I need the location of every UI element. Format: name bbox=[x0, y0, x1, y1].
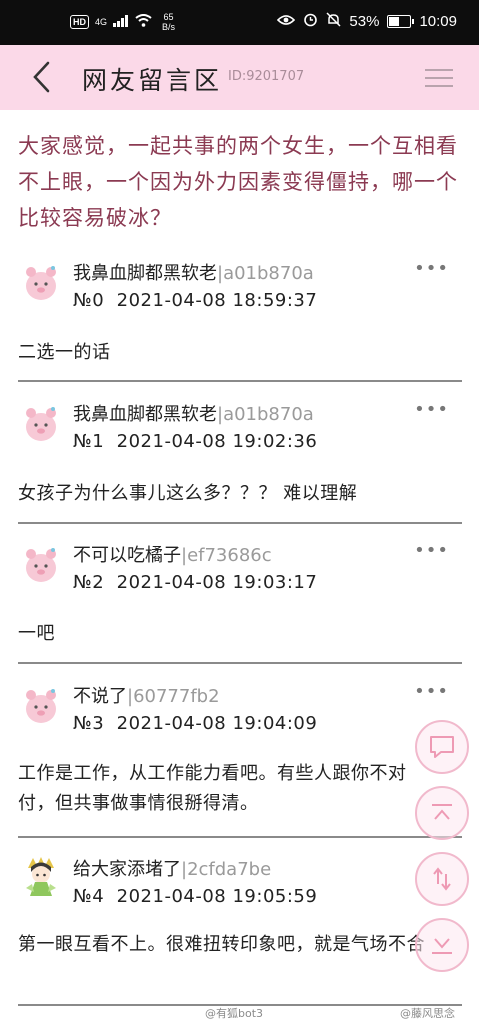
back-icon[interactable] bbox=[28, 59, 58, 95]
pig-avatar-icon bbox=[26, 689, 56, 723]
pig-avatar-icon bbox=[26, 266, 56, 300]
author-uid: |ef73686c bbox=[181, 545, 272, 566]
author-name: 不可以吃橘子 bbox=[73, 545, 181, 566]
post-author[interactable]: 给大家添堵了|2cfda7be bbox=[73, 855, 271, 881]
post-time: 2021-04-08 19:02:36 bbox=[116, 431, 318, 452]
page-id: ID:9201707 bbox=[228, 69, 305, 84]
more-dots-icon[interactable]: ••• bbox=[414, 540, 449, 561]
post-author[interactable]: 我鼻血脚都黑软老|a01b870a bbox=[73, 400, 314, 426]
alarm-icon bbox=[303, 12, 318, 31]
scroll-top-button[interactable] bbox=[415, 786, 469, 840]
post-content: 女孩子为什么事儿这么多？？？ 难以理解 bbox=[18, 483, 358, 504]
author-uid: |2cfda7be bbox=[181, 859, 272, 880]
post-number: №2 bbox=[73, 572, 105, 593]
watermark: @藤风思念 bbox=[400, 1007, 455, 1020]
more-dots-icon[interactable]: ••• bbox=[414, 681, 449, 702]
hd-badge: HD bbox=[70, 15, 89, 29]
status-left: HD 4G 65 B/s bbox=[70, 12, 175, 32]
divider bbox=[18, 522, 462, 524]
speed-value: 65 bbox=[163, 12, 174, 22]
post-content: 二选一的话 bbox=[18, 342, 111, 363]
comment-button[interactable] bbox=[415, 720, 469, 774]
post-time: 2021-04-08 19:04:09 bbox=[116, 713, 318, 734]
post-author[interactable]: 不说了|60777fb2 bbox=[73, 682, 220, 708]
author-uid: |60777fb2 bbox=[127, 686, 220, 707]
watermark: @有狐bot3 bbox=[205, 1007, 264, 1020]
post-meta: №4 2021-04-08 19:05:59 bbox=[73, 886, 317, 907]
author-uid: |a01b870a bbox=[217, 263, 314, 284]
wifi-icon bbox=[135, 14, 152, 30]
pig-avatar-icon bbox=[26, 407, 56, 441]
divider bbox=[18, 380, 462, 382]
author-name: 我鼻血脚都黑软老 bbox=[73, 404, 217, 425]
post-meta: №0 2021-04-08 18:59:37 bbox=[73, 290, 317, 311]
signal-bars-icon bbox=[113, 14, 129, 30]
network-signal-label: 4G bbox=[95, 17, 108, 27]
more-dots-icon[interactable]: ••• bbox=[414, 399, 449, 420]
clock-time: 10:09 bbox=[419, 13, 457, 30]
girl-avatar-icon bbox=[26, 857, 56, 896]
post-number: №3 bbox=[73, 713, 105, 734]
author-uid: |a01b870a bbox=[217, 404, 314, 425]
post-item: 我鼻血脚都黑软老|a01b870a №0 2021-04-08 18:59:37… bbox=[0, 250, 479, 382]
post-time: 2021-04-08 19:05:59 bbox=[116, 886, 318, 907]
scroll-bottom-icon bbox=[432, 938, 452, 954]
comment-bubble-icon bbox=[430, 736, 454, 758]
pig-avatar-icon bbox=[26, 548, 56, 582]
scroll-bottom-button[interactable] bbox=[415, 918, 469, 972]
post-time: 2021-04-08 18:59:37 bbox=[116, 290, 318, 311]
post-item: 我鼻血脚都黑软老|a01b870a №1 2021-04-08 19:02:36… bbox=[0, 391, 479, 524]
post-number: №0 bbox=[73, 290, 105, 311]
post-author[interactable]: 我鼻血脚都黑软老|a01b870a bbox=[73, 259, 314, 285]
post-item: 给大家添堵了|2cfda7be №4 2021-04-08 19:05:59 第… bbox=[0, 846, 479, 1006]
question-text: 大家感觉，一起共事的两个女生，一个互相看不上眼，一个因为外力因素变得僵持，哪一个… bbox=[18, 134, 458, 230]
hamburger-menu-icon[interactable] bbox=[425, 63, 453, 91]
divider bbox=[18, 836, 462, 838]
post-number: №4 bbox=[73, 886, 105, 907]
post-number: №1 bbox=[73, 431, 105, 452]
post-meta: №2 2021-04-08 19:03:17 bbox=[73, 572, 317, 593]
post-item: 不说了|60777fb2 №3 2021-04-08 19:04:09 ••• … bbox=[0, 673, 479, 838]
post-content: 工作是工作，从工作能力看吧。有些人跟你不对付，但共事做事情很掰得清。 bbox=[18, 763, 407, 814]
post-content: 第一眼互看不上。很难扭转印象吧，就是气场不合 bbox=[18, 934, 425, 955]
page-title: 网友留言区 bbox=[82, 66, 223, 95]
network-speed: 65 B/s bbox=[162, 12, 175, 32]
scroll-top-icon bbox=[432, 804, 452, 820]
speed-unit: B/s bbox=[162, 22, 176, 32]
battery-percent: 53% bbox=[349, 13, 380, 30]
author-name: 给大家添堵了 bbox=[73, 859, 181, 880]
status-right: 53% 10:09 bbox=[277, 12, 457, 31]
status-bar: HD 4G 65 B/s 53% 10:09 bbox=[0, 0, 479, 45]
battery-icon bbox=[387, 15, 415, 28]
divider bbox=[18, 662, 462, 664]
post-meta: №1 2021-04-08 19:02:36 bbox=[73, 431, 317, 452]
refresh-button[interactable] bbox=[415, 852, 469, 906]
author-name: 我鼻血脚都黑软老 bbox=[73, 263, 217, 284]
more-dots-icon[interactable]: ••• bbox=[414, 258, 449, 279]
post-item: 不可以吃橘子|ef73686c №2 2021-04-08 19:03:17 •… bbox=[0, 532, 479, 664]
author-name: 不说了 bbox=[73, 686, 127, 707]
post-content: 一吧 bbox=[18, 623, 55, 644]
nav-bar: 网友留言区 ID:9201707 bbox=[0, 45, 479, 110]
mute-bell-icon bbox=[326, 12, 341, 31]
refresh-icon bbox=[433, 867, 451, 891]
eye-comfort-icon bbox=[277, 13, 296, 30]
post-time: 2021-04-08 19:03:17 bbox=[116, 572, 318, 593]
post-author[interactable]: 不可以吃橘子|ef73686c bbox=[73, 541, 272, 567]
post-meta: №3 2021-04-08 19:04:09 bbox=[73, 713, 317, 734]
